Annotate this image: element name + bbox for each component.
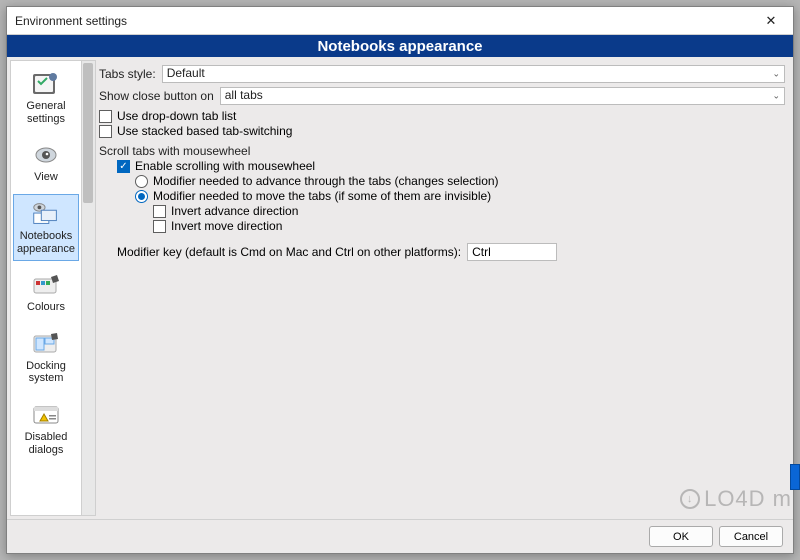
sidebar-scrollbar[interactable] [82, 60, 96, 516]
sidebar-item-notebooks-appearance[interactable]: Notebooks appearance [13, 194, 79, 261]
notebook-appearance-icon [30, 200, 62, 228]
cancel-button[interactable]: Cancel [719, 526, 783, 547]
option-label: Invert move direction [171, 219, 282, 233]
dialog-body: General settings View [7, 57, 793, 519]
sidebar-item-view[interactable]: View [13, 135, 79, 190]
modifier-move-radio[interactable]: Modifier needed to move the tabs (if som… [99, 189, 785, 203]
palette-icon [30, 271, 62, 299]
dialog-window: Environment settings ✕ Notebooks appeara… [6, 6, 794, 554]
stacked-tabswitch-option[interactable]: Use stacked based tab-switching [99, 124, 785, 138]
close-button-row: Show close button on all tabs ⌄ [99, 87, 785, 105]
sidebar-item-docking[interactable]: Docking system [13, 324, 79, 391]
sidebar: General settings View [10, 60, 82, 516]
modifier-key-label: Modifier key (default is Cmd on Mac and … [117, 245, 461, 259]
sidebar-item-label: Disabled dialogs [25, 431, 68, 456]
ok-button[interactable]: OK [649, 526, 713, 547]
scroll-group-label: Scroll tabs with mousewheel [99, 144, 785, 158]
tabs-style-label: Tabs style: [99, 67, 156, 81]
checkbox[interactable] [153, 205, 166, 218]
modifier-advance-radio[interactable]: Modifier needed to advance through the t… [99, 174, 785, 188]
checkbox[interactable] [99, 110, 112, 123]
combo-value: Default [167, 66, 205, 80]
close-button-label: Show close button on [99, 89, 214, 103]
sidebar-item-label: General settings [26, 100, 65, 125]
sidebar-item-label: Docking system [26, 360, 66, 385]
modifier-key-input[interactable] [467, 243, 557, 261]
option-label: Enable scrolling with mousewheel [135, 159, 315, 173]
checklist-icon [30, 70, 62, 98]
warning-dialog-icon [30, 401, 62, 429]
close-icon: ✕ [766, 13, 777, 29]
close-button-combo[interactable]: all tabs ⌄ [220, 87, 785, 105]
radio[interactable] [135, 190, 148, 203]
sidebar-item-colours[interactable]: Colours [13, 265, 79, 320]
combo-value: all tabs [225, 88, 263, 102]
enable-scroll-option[interactable]: ✓ Enable scrolling with mousewheel [99, 159, 785, 173]
option-label: Invert advance direction [171, 204, 298, 218]
option-label: Modifier needed to move the tabs (if som… [153, 189, 491, 203]
background-fragment [790, 464, 800, 490]
tabs-style-row: Tabs style: Default ⌄ [99, 65, 785, 83]
sidebar-wrap: General settings View [7, 57, 97, 519]
sidebar-item-disabled-dialogs[interactable]: Disabled dialogs [13, 395, 79, 462]
dialog-footer: OK Cancel [7, 519, 793, 553]
sidebar-item-label: View [34, 171, 58, 184]
invert-advance-option[interactable]: Invert advance direction [99, 204, 785, 218]
titlebar: Environment settings ✕ [7, 7, 793, 35]
eye-icon [30, 141, 62, 169]
scrollbar-thumb[interactable] [83, 63, 93, 203]
docking-icon [30, 330, 62, 358]
modifier-key-row: Modifier key (default is Cmd on Mac and … [99, 243, 785, 261]
close-button[interactable]: ✕ [755, 9, 787, 33]
chevron-down-icon: ⌄ [772, 69, 780, 80]
sidebar-item-general[interactable]: General settings [13, 64, 79, 131]
tabs-style-combo[interactable]: Default ⌄ [162, 65, 785, 83]
chevron-down-icon: ⌄ [772, 91, 780, 102]
window-title: Environment settings [15, 14, 755, 28]
checkbox[interactable] [99, 125, 112, 138]
section-banner: Notebooks appearance [7, 35, 793, 57]
radio[interactable] [135, 175, 148, 188]
content-panel: Tabs style: Default ⌄ Show close button … [97, 57, 793, 519]
checkbox[interactable] [153, 220, 166, 233]
option-label: Use stacked based tab-switching [117, 124, 292, 138]
option-label: Modifier needed to advance through the t… [153, 174, 499, 188]
sidebar-item-label: Notebooks appearance [17, 230, 75, 255]
dropdown-tablist-option[interactable]: Use drop-down tab list [99, 109, 785, 123]
option-label: Use drop-down tab list [117, 109, 236, 123]
invert-move-option[interactable]: Invert move direction [99, 219, 785, 233]
sidebar-item-label: Colours [27, 301, 65, 314]
checkbox[interactable]: ✓ [117, 160, 130, 173]
